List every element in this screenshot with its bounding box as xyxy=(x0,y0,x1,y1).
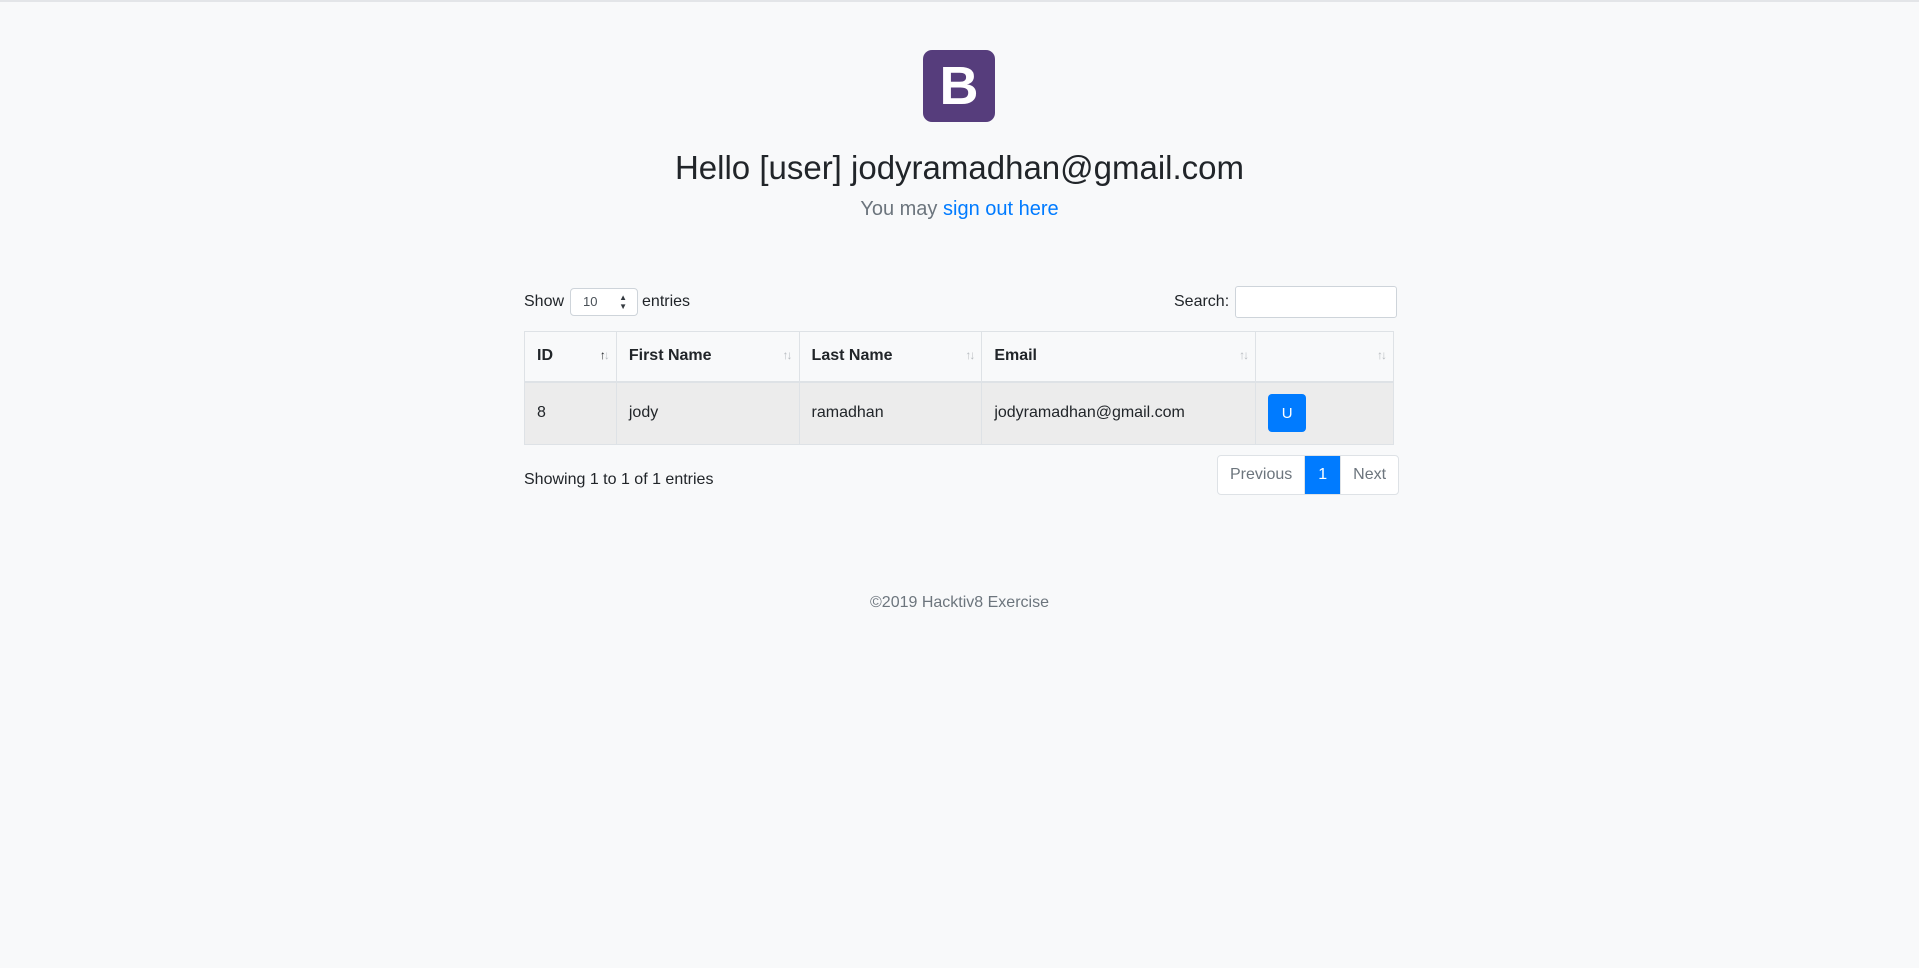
users-table: ID ↑↓ First Name ↑↓ Last Name ↑↓ Email ↑… xyxy=(524,331,1394,445)
search-input[interactable] xyxy=(1235,286,1398,318)
page-length-value: 10 xyxy=(583,294,598,309)
cell-last-name: ramadhan xyxy=(798,381,983,445)
entries-label: entries xyxy=(642,293,691,310)
update-button[interactable]: U xyxy=(1268,394,1307,433)
next-page-button[interactable]: Next xyxy=(1340,456,1398,494)
cell-first-name: jody xyxy=(615,381,800,445)
page-title: Hello [user] jodyramadhan@gmail.com xyxy=(674,149,1245,186)
footer-copyright: ©2019 Hacktiv8 Exercise xyxy=(870,594,1049,611)
pagination: Previous 1 Next xyxy=(1217,455,1400,495)
sort-icon: ↑↓ xyxy=(1377,348,1387,362)
column-header-first-name[interactable]: First Name ↑↓ xyxy=(615,331,800,383)
sort-icon: ↑↓ xyxy=(965,348,975,362)
page-length-control: Show 10 ▲ ▼ entries xyxy=(524,288,690,316)
sort-icon: ↑↓ xyxy=(1239,348,1249,362)
page-length-select[interactable]: 10 ▲ ▼ xyxy=(570,288,639,316)
previous-page-button[interactable]: Previous xyxy=(1218,456,1306,494)
table-header-row: ID ↑↓ First Name ↑↓ Last Name ↑↓ Email ↑… xyxy=(524,331,1394,383)
column-header-last-name[interactable]: Last Name ↑↓ xyxy=(798,331,983,383)
signout-prefix: You may xyxy=(860,198,938,220)
show-label: Show xyxy=(524,293,565,310)
signout-link[interactable]: sign out here xyxy=(943,198,1059,220)
search-control: Search: xyxy=(1174,286,1398,318)
sort-icon: ↑↓ xyxy=(782,348,793,362)
column-header-actions[interactable]: ↑↓ xyxy=(1255,331,1394,383)
table-row: 8 jody ramadhan jodyramadhan@gmail.com U xyxy=(524,381,1394,445)
table-info: Showing 1 to 1 of 1 entries xyxy=(524,471,714,488)
column-header-email[interactable]: Email ↑↓ xyxy=(981,331,1257,383)
page-1-button[interactable]: 1 xyxy=(1305,456,1341,494)
top-divider xyxy=(0,0,1919,2)
cell-actions: U xyxy=(1255,381,1394,445)
column-header-id[interactable]: ID ↑↓ xyxy=(524,331,617,383)
sort-ascending-icon: ↑↓ xyxy=(599,348,610,362)
bootstrap-logo: B xyxy=(923,50,995,122)
search-label: Search: xyxy=(1174,293,1230,310)
select-arrows-icon: ▲ ▼ xyxy=(619,293,628,311)
cell-email: jodyramadhan@gmail.com xyxy=(981,381,1257,445)
cell-id: 8 xyxy=(524,381,617,445)
signout-line: You may sign out here xyxy=(0,196,1919,222)
